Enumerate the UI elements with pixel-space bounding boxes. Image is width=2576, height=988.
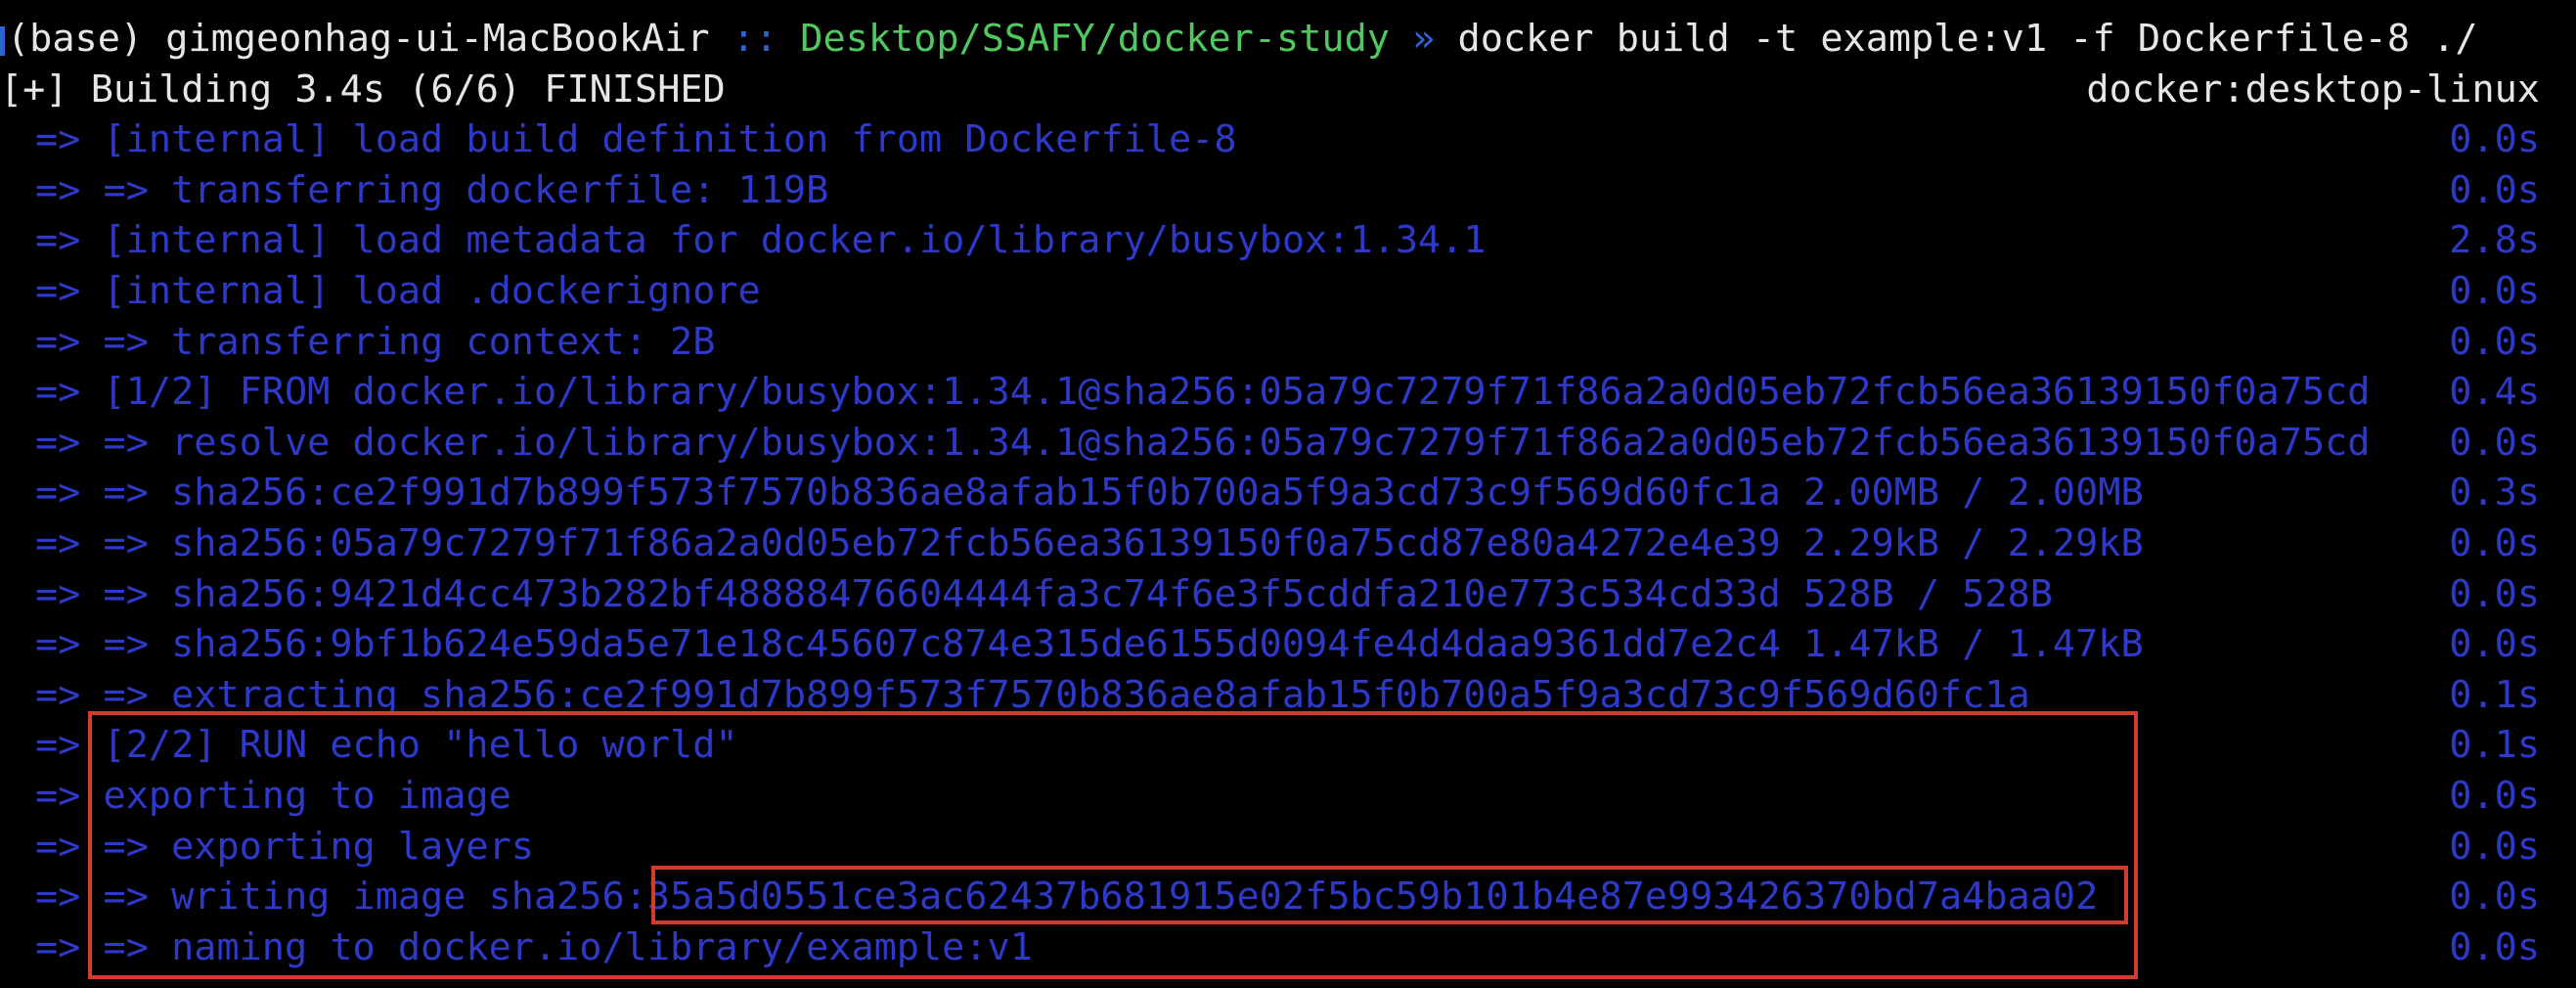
step-duration: 0.0s (2449, 268, 2540, 313)
build-status-line: [+] Building 3.4s (6/6) FINISHED docker:d… (0, 65, 2576, 115)
build-step-line: => => sha256:05a79c7279f71f86a2a0d05eb72… (0, 518, 2576, 569)
step-duration: 0.0s (2449, 319, 2540, 364)
prompt-arrow: » (1412, 17, 1436, 61)
step-text: => naming to docker.io/library/example:v… (103, 924, 1033, 969)
command-text[interactable]: docker build -t example:v1 -f Dockerfile… (1458, 17, 2478, 61)
step-text: exporting to image (103, 773, 511, 818)
step-duration: 0.0s (2449, 924, 2540, 969)
step-duration: 0.4s (2449, 370, 2540, 415)
build-step-line: => => extracting sha256:ce2f991d7b899f57… (0, 670, 2576, 721)
build-step-line: => => exporting layers 0.0s (0, 822, 2576, 873)
build-step-line: => [internal] load build definition from… (0, 114, 2576, 165)
step-duration: 0.0s (2449, 824, 2540, 869)
step-text: [internal] load build definition from Do… (103, 117, 1237, 162)
step-prefix: => (35, 672, 81, 717)
step-prefix: => (35, 471, 81, 516)
step-prefix: => (35, 723, 81, 768)
build-step-line: => exporting to image 0.0s (0, 771, 2576, 822)
step-prefix: => (35, 622, 81, 667)
step-text: [2/2] RUN echo "hello world" (103, 723, 738, 768)
step-duration: 0.0s (2449, 167, 2540, 212)
step-duration: 0.0s (2449, 773, 2540, 818)
command-prompt-line: (base) gimgeonhag-ui-MacBookAir :: Deskt… (0, 14, 2576, 65)
step-prefix: => (35, 824, 81, 869)
step-text: => exporting layers (103, 824, 534, 869)
step-duration: 0.0s (2449, 571, 2540, 616)
step-duration: 0.0s (2449, 420, 2540, 465)
step-duration: 0.0s (2449, 875, 2540, 920)
build-step-line: => => resolve docker.io/library/busybox:… (0, 418, 2576, 469)
step-duration: 0.1s (2449, 723, 2540, 768)
step-text: => resolve docker.io/library/busybox:1.3… (103, 420, 2371, 465)
step-prefix: => (35, 420, 81, 465)
step-prefix: => (35, 520, 81, 565)
step-text: => sha256:05a79c7279f71f86a2a0d05eb72fcb… (103, 520, 2144, 565)
step-duration: 0.1s (2449, 672, 2540, 717)
step-prefix: => (35, 319, 81, 364)
step-duration: 0.0s (2449, 520, 2540, 565)
build-context: docker:desktop-linux (2086, 67, 2540, 112)
step-text: => transferring context: 2B (103, 319, 716, 364)
step-text: [1/2] FROM docker.io/library/busybox:1.3… (103, 370, 2371, 415)
terminal-output: (base) gimgeonhag-ui-MacBookAir :: Deskt… (0, 14, 2576, 988)
prompt-separator: :: (732, 17, 778, 61)
build-step-line: => [internal] load metadata for docker.i… (0, 215, 2576, 266)
step-text: => sha256:9bf1b624e59da5e71e18c45607c874… (103, 622, 2144, 667)
step-prefix: => (35, 571, 81, 616)
step-text: => writing image sha256:35a5d0551ce3ac62… (103, 875, 2099, 920)
build-status-text: [+] Building 3.4s (6/6) FINISHED (0, 67, 726, 112)
host-name: gimgeonhag-ui-MacBookAir (165, 17, 710, 61)
step-duration: 0.0s (2449, 622, 2540, 667)
step-prefix: => (35, 268, 81, 313)
step-prefix: => (35, 773, 81, 818)
build-steps-list: => [internal] load build definition from… (0, 114, 2576, 972)
build-step-line: => => transferring context: 2B 0.0s (0, 317, 2576, 368)
build-step-line: => => sha256:9421d4cc473b282bf4888847660… (0, 569, 2576, 620)
build-step-line: => => writing image sha256:35a5d0551ce3a… (0, 872, 2576, 922)
build-step-line: => => sha256:ce2f991d7b899f573f7570b836a… (0, 468, 2576, 518)
step-text: => sha256:9421d4cc473b282bf4888847660444… (103, 571, 2053, 616)
step-prefix: => (35, 167, 81, 212)
prompt-marker-icon (0, 25, 5, 56)
build-step-line: => => naming to docker.io/library/exampl… (0, 922, 2576, 973)
step-duration: 0.0s (2449, 117, 2540, 162)
step-text: => transferring dockerfile: 119B (103, 167, 829, 212)
build-step-line: => [internal] load .dockerignore 0.0s (0, 266, 2576, 317)
step-prefix: => (35, 875, 81, 920)
step-text: => extracting sha256:ce2f991d7b899f573f7… (103, 672, 2030, 717)
build-step-line: => => sha256:9bf1b624e59da5e71e18c45607c… (0, 619, 2576, 670)
step-prefix: => (35, 218, 81, 263)
current-directory: Desktop/SSAFY/docker-study (800, 17, 1390, 61)
step-prefix: => (35, 924, 81, 969)
step-text: => sha256:ce2f991d7b899f573f7570b836ae8a… (103, 471, 2144, 516)
step-prefix: => (35, 117, 81, 162)
build-step-line: => => transferring dockerfile: 119B 0.0s (0, 165, 2576, 216)
step-text: [internal] load metadata for docker.io/l… (103, 218, 1487, 263)
build-step-line: => [2/2] RUN echo "hello world" 0.1s (0, 720, 2576, 771)
step-duration: 0.3s (2449, 471, 2540, 516)
conda-env: (base) (7, 17, 144, 61)
step-prefix: => (35, 370, 81, 415)
build-step-line: => [1/2] FROM docker.io/library/busybox:… (0, 367, 2576, 418)
step-duration: 2.8s (2449, 218, 2540, 263)
step-text: [internal] load .dockerignore (103, 268, 761, 313)
